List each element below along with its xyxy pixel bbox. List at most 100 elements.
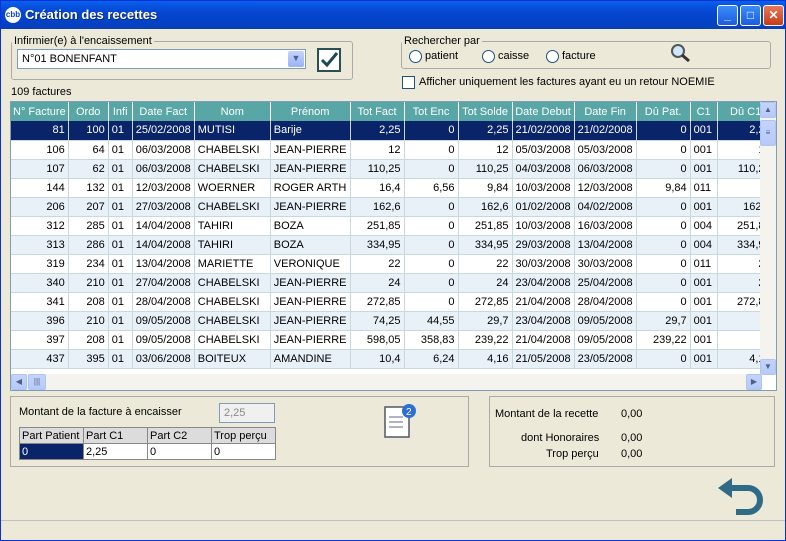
table-cell: 29,7 xyxy=(636,311,691,331)
table-cell: 06/03/2008 xyxy=(132,159,195,179)
table-cell: TAHIRI xyxy=(194,235,271,255)
table-cell: 01 xyxy=(108,140,133,160)
validate-checkbox-button[interactable] xyxy=(317,48,341,72)
search-legend: Rechercher par xyxy=(404,35,480,47)
recette-honoraires-value: 0,00 xyxy=(621,432,643,444)
main-window: cbb Création des recettes _ □ ✕ Infirmie… xyxy=(0,0,786,541)
horizontal-scrollbar[interactable]: ◀ ||| ▶ xyxy=(11,374,762,390)
column-header[interactable]: Infi xyxy=(108,102,133,121)
table-cell: 239,22 xyxy=(636,330,691,350)
scroll-thumb-vertical[interactable]: ≡ xyxy=(760,120,776,146)
noemie-checkbox[interactable] xyxy=(402,76,415,89)
parts-header: Part Patient xyxy=(19,427,84,444)
back-arrow-icon[interactable] xyxy=(714,478,766,518)
table-cell: 03/06/2008 xyxy=(132,349,195,369)
radio-patient[interactable] xyxy=(409,50,422,63)
table-cell: 0 xyxy=(404,197,459,217)
infirmier-select[interactable]: N°01 BONENFANT ▼ xyxy=(17,49,306,69)
table-cell: 340 xyxy=(11,273,69,293)
scroll-down-icon[interactable]: ▼ xyxy=(760,359,776,375)
table-cell: 01 xyxy=(108,254,133,274)
montant-input[interactable]: 2,25 xyxy=(219,403,275,423)
table-row[interactable]: 312 285 01 14/04/2008 TAHIRI BOZA 251,85 0 251,8… xyxy=(11,216,775,236)
table-row[interactable]: 144 132 01 12/03/2008 WOERNER ROGER ARTH 16,4 6… xyxy=(11,178,775,198)
table-cell: 0 xyxy=(636,216,691,236)
scroll-up-icon[interactable]: ▲ xyxy=(760,102,776,118)
table-cell: 0 xyxy=(636,254,691,274)
table-cell: 28/04/2008 xyxy=(132,292,195,312)
table-cell: 251,85 xyxy=(458,216,513,236)
column-header[interactable]: Date Fin xyxy=(574,102,637,121)
chevron-down-icon[interactable]: ▼ xyxy=(288,51,304,67)
radio-caisse[interactable] xyxy=(482,50,495,63)
parts-value-input[interactable]: 2,25 xyxy=(83,443,148,460)
table-cell: 01 xyxy=(108,349,133,369)
column-header[interactable]: C1 xyxy=(690,102,718,121)
scroll-left-icon[interactable]: ◀ xyxy=(11,374,27,390)
table-cell: CHABELSKI xyxy=(194,140,271,160)
table-cell: 12/03/2008 xyxy=(132,178,195,198)
maximize-button[interactable]: □ xyxy=(740,5,761,26)
table-row[interactable]: 341 208 01 28/04/2008 CHABELSKI JEAN-PIERRE 27… xyxy=(11,292,775,312)
table-row[interactable]: 319 234 01 13/04/2008 MARIETTE VERONIQUE 22 0 22… xyxy=(11,254,775,274)
column-header[interactable]: N° Facture xyxy=(11,102,69,121)
table-cell: 10,4 xyxy=(350,349,405,369)
table-cell: 011 xyxy=(690,254,718,274)
scroll-thumb-horizontal[interactable]: ||| xyxy=(28,374,46,390)
table-cell: 01 xyxy=(108,178,133,198)
table-cell: 29/03/2008 xyxy=(512,235,575,255)
table-cell: JEAN-PIERRE xyxy=(270,311,351,331)
table-cell: 001 xyxy=(690,330,718,350)
column-header[interactable]: Date Fact xyxy=(132,102,195,121)
table-cell: 206 xyxy=(11,197,69,217)
column-header[interactable]: Prénom xyxy=(270,102,351,121)
table-cell: 001 xyxy=(690,121,718,141)
table-row[interactable]: 106 64 01 06/03/2008 CHABELSKI JEAN-PIERRE 12 0… xyxy=(11,140,775,160)
table-cell: 28/04/2008 xyxy=(574,292,637,312)
vertical-scrollbar[interactable]: ▲ ≡ ▼ xyxy=(760,102,776,375)
checkmark-icon xyxy=(320,52,339,68)
table-cell: 01 xyxy=(108,159,133,179)
table-row[interactable]: 340 210 01 27/04/2008 CHABELSKI JEAN-PIERRE 24… xyxy=(11,273,775,293)
column-header[interactable]: Nom xyxy=(194,102,271,121)
table-cell: 208 xyxy=(68,292,109,312)
table-row[interactable]: 396 210 01 09/05/2008 CHABELSKI JEAN-PIERRE 74… xyxy=(11,311,775,331)
column-header[interactable]: Tot Solde xyxy=(458,102,513,121)
scroll-right-icon[interactable]: ▶ xyxy=(746,374,762,390)
table-cell: 144 xyxy=(11,178,69,198)
table-cell: 0 xyxy=(636,349,691,369)
table-cell: 001 xyxy=(690,292,718,312)
table-cell: 16,4 xyxy=(350,178,405,198)
recette-montant-value: 0,00 xyxy=(621,408,643,420)
column-header[interactable]: Date Debut xyxy=(512,102,575,121)
column-header[interactable]: Dû Pat. xyxy=(636,102,691,121)
table-cell: 341 xyxy=(11,292,69,312)
column-header[interactable]: Tot Fact xyxy=(350,102,405,121)
table-cell: 13/04/2008 xyxy=(574,235,637,255)
table-cell: 0 xyxy=(404,254,459,274)
column-header[interactable]: Ordo xyxy=(68,102,109,121)
radio-facture[interactable] xyxy=(546,50,559,63)
table-row[interactable]: 397 208 01 09/05/2008 CHABELSKI JEAN-PIERRE 59… xyxy=(11,330,775,350)
search-icon[interactable] xyxy=(670,43,692,63)
parts-value-input[interactable]: 0 xyxy=(147,443,212,460)
table-cell: 001 xyxy=(690,197,718,217)
table-row[interactable]: 437 395 01 03/06/2008 BOITEUX AMANDINE 10,4 6,2… xyxy=(11,349,775,369)
table-row[interactable]: 81 100 01 25/02/2008 MUTISI Barije 2,25 0 2,25 21… xyxy=(11,121,775,141)
table-row[interactable]: 206 207 01 27/03/2008 CHABELSKI JEAN-PIERRE 16… xyxy=(11,197,775,217)
parts-value-input[interactable]: 0 xyxy=(211,443,276,460)
table-cell: 22 xyxy=(350,254,405,274)
close-button[interactable]: ✕ xyxy=(763,5,784,26)
column-header[interactable]: Tot Enc xyxy=(404,102,459,121)
table-row[interactable]: 107 62 01 06/03/2008 CHABELSKI JEAN-PIERRE 110… xyxy=(11,159,775,179)
table-row[interactable]: 313 286 01 14/04/2008 TAHIRI BOZA 334,95 0 334,9… xyxy=(11,235,775,255)
table-cell: 0 xyxy=(404,159,459,179)
table-cell: 29,7 xyxy=(458,311,513,331)
table-cell: 06/03/2008 xyxy=(132,140,195,160)
table-cell: 0 xyxy=(404,216,459,236)
table-cell: 23/05/2008 xyxy=(574,349,637,369)
parts-value-input[interactable]: 0 xyxy=(19,443,84,460)
minimize-button[interactable]: _ xyxy=(717,5,738,26)
new-document-icon[interactable]: 2 xyxy=(381,403,417,439)
table-cell: 004 xyxy=(690,235,718,255)
